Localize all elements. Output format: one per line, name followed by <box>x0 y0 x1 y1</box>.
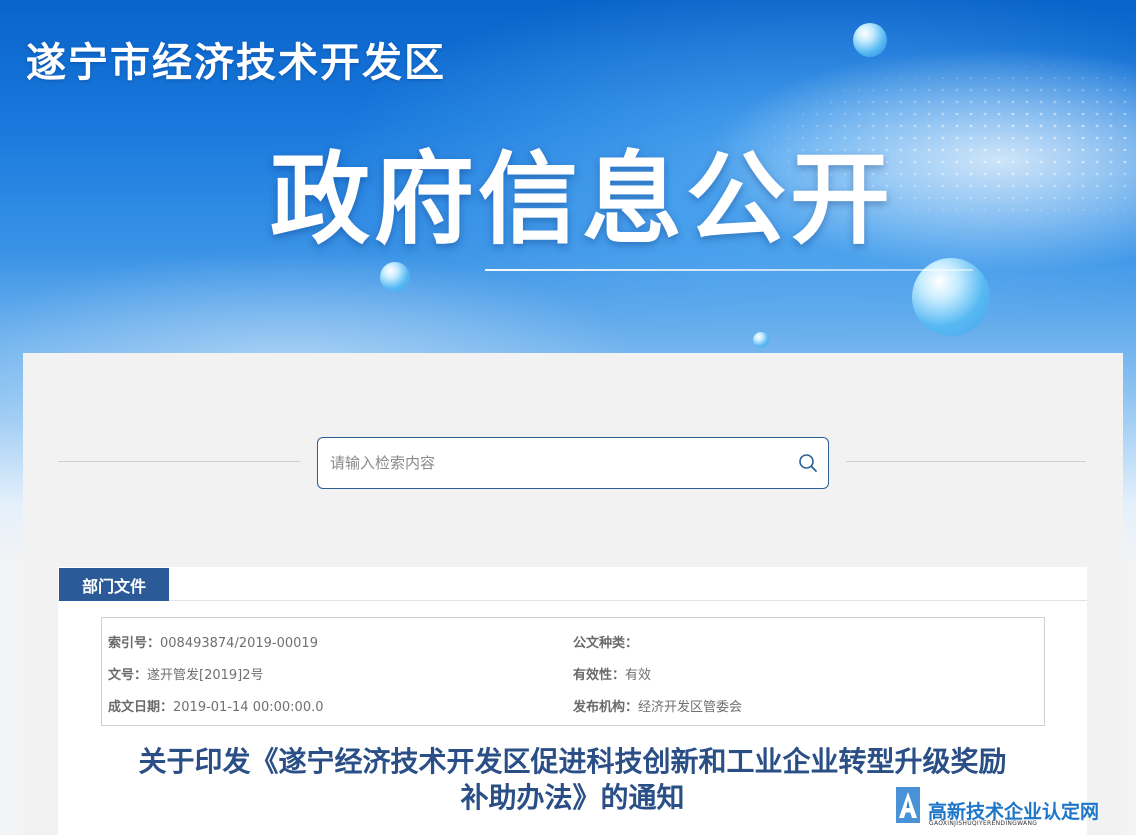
watermark: 高新技术企业认定网 GAOXINJISHUQIYERENDINGWANG <box>892 783 1136 835</box>
meta-issuer: 发布机构：经济开发区管委会 <box>573 696 742 715</box>
banner-title-underline <box>485 269 973 271</box>
banner-title: 政府信息公开 <box>270 141 894 258</box>
bubble-decoration <box>380 262 410 292</box>
meta-index: 索引号：008493874/2019-00019 <box>108 632 318 651</box>
search-button[interactable] <box>788 438 828 488</box>
meta-label: 发布机构： <box>573 700 639 715</box>
watermark-logo-icon <box>896 787 920 823</box>
meta-value: 有效 <box>625 668 652 683</box>
meta-label: 有效性： <box>573 668 626 683</box>
document-meta-table: 索引号：008493874/2019-00019 公文种类： 文号：遂开管发[2… <box>101 617 1045 726</box>
search-box <box>317 437 829 489</box>
tab-department-documents[interactable]: 部门文件 <box>59 568 169 601</box>
meta-value: 008493874/2019-00019 <box>160 636 318 651</box>
meta-value: 遂开管发[2019]2号 <box>147 668 264 683</box>
watermark-subtext: GAOXINJISHUQIYERENDINGWANG <box>929 820 1038 827</box>
meta-value: 2019-01-14 00:00:00.0 <box>173 700 324 715</box>
bubble-decoration <box>753 332 769 348</box>
site-title[interactable]: 遂宁市经济技术开发区 <box>26 30 446 88</box>
search-input[interactable] <box>318 438 788 488</box>
tab-divider <box>58 600 1087 601</box>
bubble-decoration <box>853 23 887 57</box>
meta-label: 成文日期： <box>108 700 174 715</box>
meta-value: 经济开发区管委会 <box>638 700 743 715</box>
meta-label: 公文种类： <box>573 636 639 651</box>
search-divider-left <box>58 461 300 462</box>
meta-date: 成文日期：2019-01-14 00:00:00.0 <box>108 696 324 715</box>
meta-doc-type: 公文种类： <box>573 632 638 651</box>
meta-label: 索引号： <box>108 636 161 651</box>
meta-doc-number: 文号：遂开管发[2019]2号 <box>108 664 264 683</box>
search-icon <box>799 454 817 472</box>
meta-label: 文号： <box>108 668 148 683</box>
search-divider-right <box>846 461 1086 462</box>
meta-validity: 有效性：有效 <box>573 664 651 683</box>
article-title-line-1: 关于印发《遂宁经济技术开发区促进科技创新和工业企业转型升级奖励 <box>138 745 1007 778</box>
